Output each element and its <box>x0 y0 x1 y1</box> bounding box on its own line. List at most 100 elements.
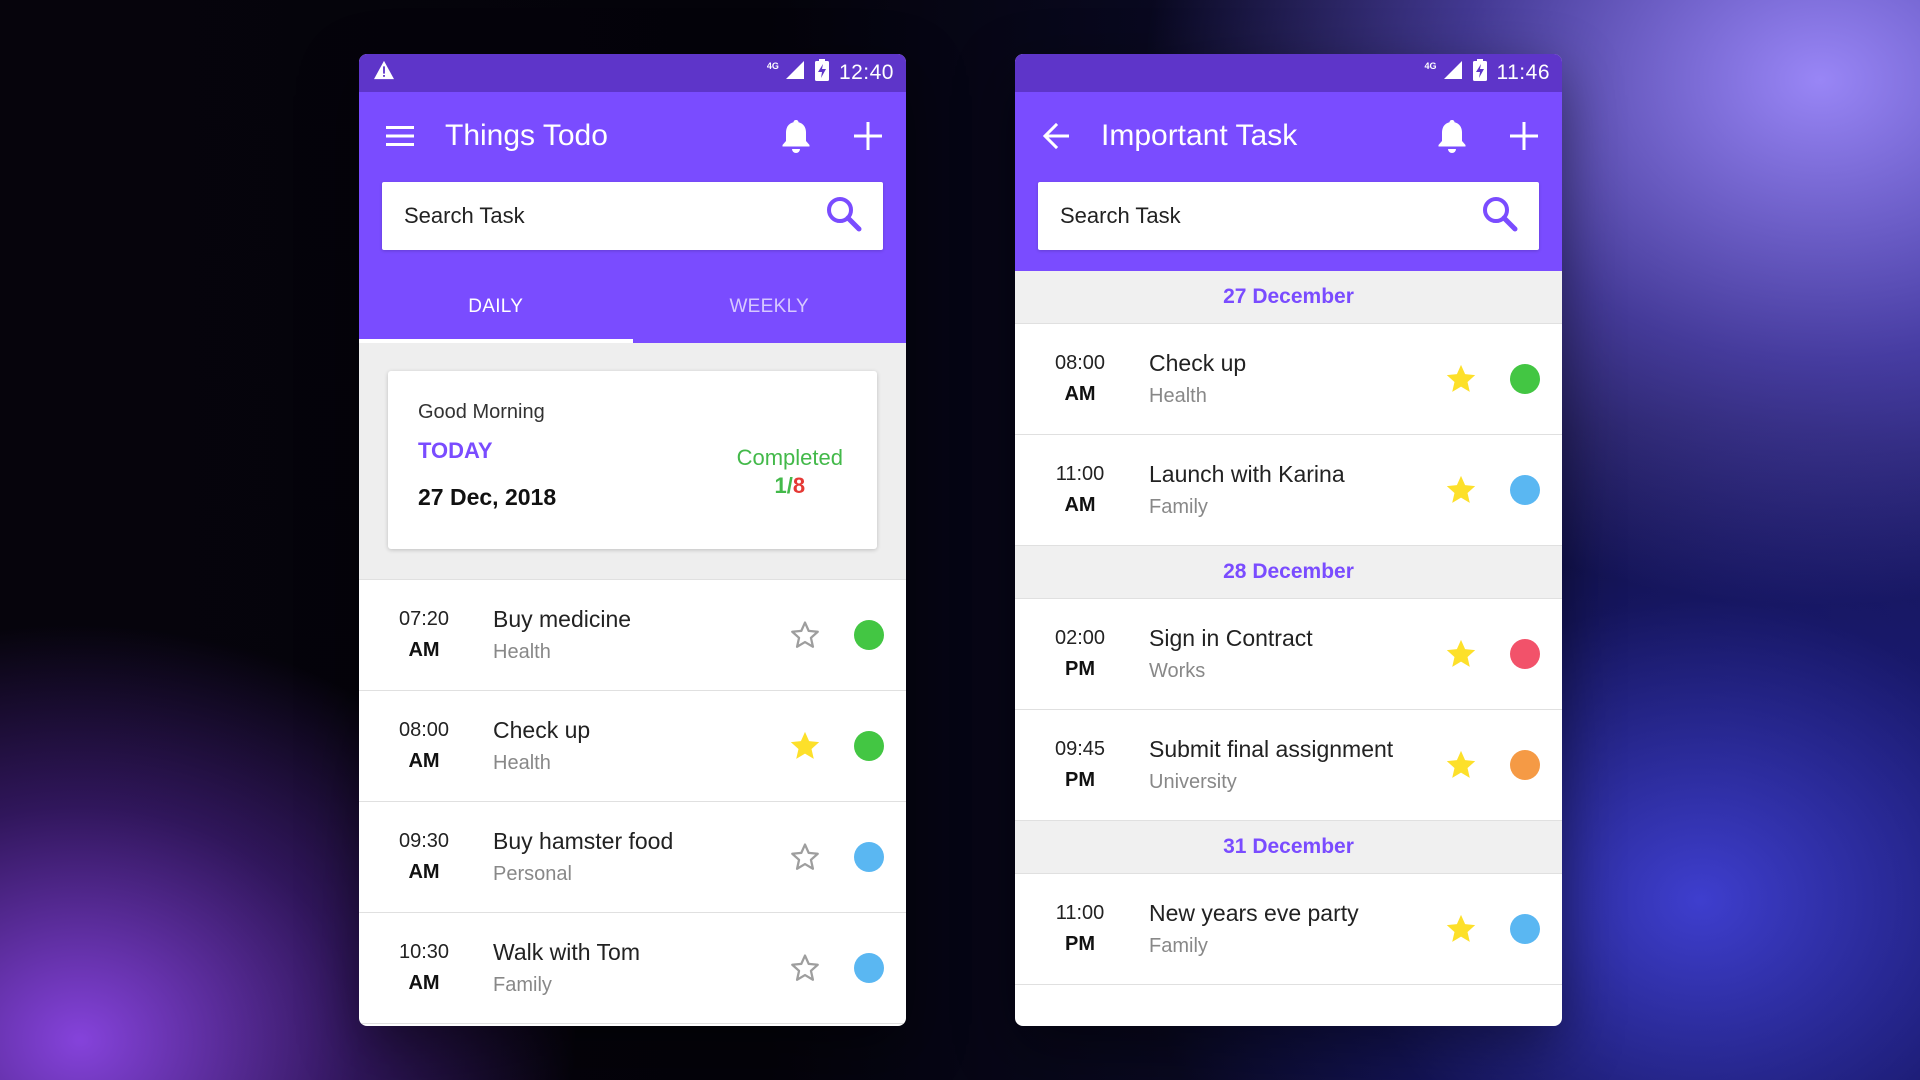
task-time-value: 11:00 <box>1055 463 1105 485</box>
tab-daily[interactable]: DAILY <box>359 271 633 343</box>
star-filled-icon[interactable] <box>1442 471 1480 509</box>
task-time: 07:20 AM <box>383 608 465 662</box>
search-box <box>382 182 883 250</box>
task-name: Sign in Contract <box>1149 625 1313 651</box>
status-bar: 4G 11:46 <box>1015 54 1562 92</box>
star-outline-icon[interactable] <box>786 838 824 876</box>
app-bar: Important Task <box>1015 92 1562 180</box>
task-category: Family <box>493 974 552 996</box>
category-dot <box>1510 750 1540 780</box>
task-name: Buy medicine <box>493 606 632 632</box>
task-time-value: 02:00 <box>1054 627 1106 649</box>
task-row[interactable]: 07:20 AM Buy medicine Health <box>359 580 906 691</box>
bell-icon[interactable] <box>1432 116 1472 156</box>
completed-total: 8 <box>792 473 806 498</box>
task-info: Walk with Tom Family <box>493 939 786 997</box>
task-time: 09:45 PM <box>1039 738 1121 792</box>
task-time-period: AM <box>408 861 440 883</box>
app-bar: Things Todo <box>359 92 906 180</box>
task-time: 10:30 AM <box>383 941 465 995</box>
task-category: University <box>1149 771 1237 793</box>
task-category: Family <box>1149 496 1208 518</box>
task-row[interactable]: 08:00 AM Check up Health <box>1015 324 1562 435</box>
task-time-period: AM <box>1064 494 1096 516</box>
star-filled-icon[interactable] <box>1442 635 1480 673</box>
category-dot <box>854 731 884 761</box>
task-time-value: 09:45 <box>1054 738 1106 760</box>
date-group-header: 27 December <box>1015 271 1562 324</box>
task-info: New years eve party Family <box>1149 900 1442 958</box>
date-group-header: 31 December <box>1015 821 1562 874</box>
task-row[interactable]: 02:00 PM Sign in Contract Works <box>1015 599 1562 710</box>
summary-card: Good Morning TODAY 27 Dec, 2018 Complete… <box>388 371 877 549</box>
app-title: Important Task <box>1101 119 1298 152</box>
search-input[interactable] <box>404 203 825 229</box>
back-arrow-icon[interactable] <box>1041 116 1071 156</box>
task-time-period: PM <box>1065 658 1095 680</box>
status-time: 11:46 <box>1496 61 1550 84</box>
menu-icon[interactable] <box>385 116 415 156</box>
star-filled-icon[interactable] <box>1442 746 1480 784</box>
network-type-label: 4G <box>766 61 779 71</box>
task-time-period: AM <box>1064 383 1096 405</box>
star-outline-icon[interactable] <box>786 616 824 654</box>
star-filled-icon[interactable] <box>1442 360 1480 398</box>
task-row[interactable]: 09:45 PM Submit final assignment Univers… <box>1015 710 1562 821</box>
search-icon[interactable] <box>825 195 863 238</box>
task-info: Buy hamster food Personal <box>493 828 786 886</box>
search-input[interactable] <box>1060 203 1481 229</box>
tab-weekly[interactable]: WEEKLY <box>633 271 907 343</box>
task-name: Submit final assignment <box>1149 736 1394 762</box>
task-time-value: 08:00 <box>1054 352 1106 374</box>
app-title: Things Todo <box>445 119 608 152</box>
bell-icon[interactable] <box>776 116 816 156</box>
add-icon[interactable] <box>848 116 888 156</box>
task-time: 02:00 PM <box>1039 627 1121 681</box>
completed-done: 1 <box>774 473 787 498</box>
task-time-period: AM <box>408 972 440 994</box>
task-info: Buy medicine Health <box>493 606 786 664</box>
greeting-text: Good Morning <box>418 401 545 423</box>
completed-count: 1/8 <box>737 473 843 499</box>
task-name: Launch with Karina <box>1149 461 1345 487</box>
task-info: Sign in Contract Works <box>1149 625 1442 683</box>
star-outline-icon[interactable] <box>786 949 824 987</box>
completed-label: Completed <box>736 445 843 470</box>
task-category: Health <box>1149 385 1207 407</box>
category-dot <box>1510 364 1540 394</box>
task-row[interactable]: 11:00 PM New years eve party Family <box>1015 874 1562 985</box>
task-row[interactable]: 11:00 AM Launch with Karina Family <box>1015 435 1562 546</box>
category-dot <box>1510 475 1540 505</box>
task-info: Submit final assignment University <box>1149 736 1442 794</box>
category-dot <box>854 953 884 983</box>
task-row[interactable]: 09:30 AM Buy hamster food Personal <box>359 802 906 913</box>
task-time-period: AM <box>408 639 440 661</box>
signal-icon <box>1443 60 1463 86</box>
warning-icon <box>373 60 395 86</box>
status-bar: 4G 12:40 <box>359 54 906 92</box>
task-time: 11:00 AM <box>1039 463 1121 517</box>
search-icon[interactable] <box>1481 195 1519 238</box>
signal-icon <box>785 60 805 86</box>
task-category: Health <box>493 641 551 663</box>
star-filled-icon[interactable] <box>786 727 824 765</box>
category-dot <box>1510 639 1540 669</box>
network-type-label: 4G <box>1424 61 1437 71</box>
task-info: Check up Health <box>1149 350 1442 408</box>
task-time: 11:00 PM <box>1039 902 1121 956</box>
important-task-list: 27 December 08:00 AM Check up Health 11:… <box>1015 271 1562 985</box>
summary-area: Good Morning TODAY 27 Dec, 2018 Complete… <box>359 343 906 579</box>
task-time-value: 10:30 <box>398 941 450 963</box>
task-name: Check up <box>493 717 591 743</box>
task-time-value: 08:00 <box>398 719 450 741</box>
star-filled-icon[interactable] <box>1442 910 1480 948</box>
search-box <box>1038 182 1539 250</box>
add-icon[interactable] <box>1504 116 1544 156</box>
task-row[interactable]: 10:30 AM Walk with Tom Family <box>359 913 906 1024</box>
date-group-header: 28 December <box>1015 546 1562 599</box>
task-category: Personal <box>493 863 572 885</box>
category-dot <box>1510 914 1540 944</box>
task-row[interactable]: 08:00 AM Check up Health <box>359 691 906 802</box>
task-name: New years eve party <box>1149 900 1359 926</box>
task-time: 08:00 AM <box>383 719 465 773</box>
